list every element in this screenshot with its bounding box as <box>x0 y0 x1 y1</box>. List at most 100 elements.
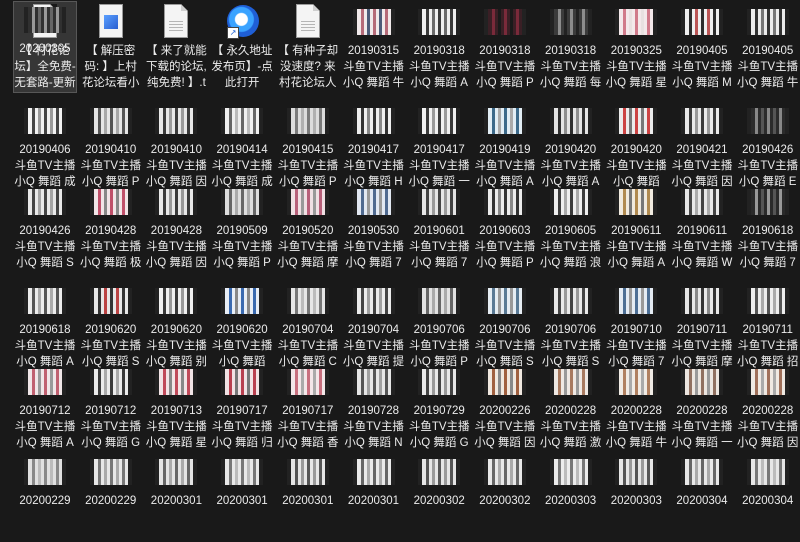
video-file-item[interactable]: 20190318 斗鱼TV主播 小Q 舞蹈 每夜... <box>540 2 602 92</box>
video-file-item[interactable]: 20190706 斗鱼TV主播 小Q 舞蹈 Party ... <box>408 281 470 371</box>
video-figure <box>163 369 167 395</box>
video-file-item[interactable]: 20190618 斗鱼TV主播 小Q 舞蹈 A Bad ... <box>14 281 76 371</box>
video-file-item[interactable]: 20200229 <box>14 452 76 542</box>
video-figure <box>497 108 501 134</box>
video-file-item[interactable]: 20190414 斗鱼TV主播 小Q 舞蹈 成人礼... <box>211 101 273 191</box>
video-thumbnail <box>14 101 76 141</box>
video-file-item[interactable]: 20200303 <box>540 452 602 542</box>
video-file-item[interactable]: 20190717 斗鱼TV主播 小Q 舞蹈 香水有... <box>277 362 339 452</box>
video-file-item[interactable]: 20190421 斗鱼TV主播 小Q 舞蹈 因为从... <box>671 101 733 191</box>
video-file-item[interactable]: 20190325 斗鱼TV主播 小Q 舞蹈 星光闪... <box>605 2 667 92</box>
video-file-item[interactable]: 20190704 斗鱼TV主播 小Q 舞蹈 提线木... <box>343 281 405 371</box>
video-figure <box>629 288 633 314</box>
video-file-item[interactable]: 20190318 斗鱼TV主播 小Q 舞蹈 Paradi... <box>474 2 536 92</box>
video-figure <box>509 288 513 314</box>
video-file-item[interactable]: 20190706 斗鱼TV主播 小Q 舞蹈 Some... <box>540 281 602 371</box>
video-file-item[interactable]: 20190706 斗鱼TV主播 小Q 舞蹈 S&M... <box>474 281 536 371</box>
video-figure <box>247 369 251 395</box>
video-file-item[interactable]: 20200228 斗鱼TV主播 小Q 舞蹈 激光雨... <box>540 362 602 452</box>
video-file-item[interactable]: 20190611 斗鱼TV主播 小Q 舞蹈 A Bad ... <box>605 182 667 272</box>
video-file-item[interactable]: 20200301 <box>343 452 405 542</box>
video-file-item[interactable]: 20200228 斗鱼TV主播 小Q 舞蹈 牛奶... <box>605 362 667 452</box>
video-file-item[interactable]: 20190417 斗鱼TV主播 小Q 舞蹈 一分一... <box>408 101 470 191</box>
video-file-item[interactable]: 20190713 斗鱼TV主播 小Q 舞蹈 星光闪... <box>145 362 207 452</box>
video-file-item[interactable]: 20190420 斗鱼TV主播 小Q 舞蹈 A Bad ... <box>540 101 602 191</box>
video-file-item[interactable]: 20200303 <box>605 452 667 542</box>
video-file-item[interactable]: 20190428 斗鱼TV主播 小Q 舞蹈 极乐净... <box>80 182 142 272</box>
video-file-item[interactable]: 20200301 <box>211 452 273 542</box>
video-file-item[interactable]: 20190318 斗鱼TV主播 小Q 舞蹈 A Bad ... <box>408 2 470 92</box>
video-figure <box>103 459 107 485</box>
video-file-item[interactable]: 20190611 斗鱼TV主播 小Q 舞蹈 Wiggl... <box>671 182 733 272</box>
text-file-item[interactable]: 【 来了就能下载的论坛, 纯免费! 】.txt <box>145 2 207 92</box>
file-name-label: 20200304 <box>742 495 794 507</box>
video-file-item[interactable]: 20190711 斗鱼TV主播 小Q 舞蹈 摩托摇... <box>671 281 733 371</box>
video-file-item[interactable]: 20200229 <box>80 452 142 542</box>
video-file-item[interactable]: 20190417 斗鱼TV主播 小Q 舞蹈 Hush ... <box>343 101 405 191</box>
video-file-item[interactable]: 20190712 斗鱼TV主播 小Q 舞蹈 Get L... <box>80 362 142 452</box>
video-file-item[interactable]: 20190711 斗鱼TV主播 小Q 舞蹈 招待... <box>737 281 799 371</box>
video-file-item[interactable]: 20190426 斗鱼TV主播 小Q 舞蹈 Event... <box>737 101 799 191</box>
video-file-item[interactable]: 20190420 斗鱼TV主播 小Q 舞蹈 火.mp4 <box>605 101 667 191</box>
video-file-item[interactable]: 20190520 斗鱼TV主播 小Q 舞蹈 摩托摇... <box>277 182 339 272</box>
video-thumbnail <box>671 281 733 321</box>
video-file-item[interactable]: 20190601 斗鱼TV主播 小Q 舞蹈 7 Ring... <box>408 182 470 272</box>
video-frame <box>483 369 526 395</box>
video-file-item[interactable]: 20200228 斗鱼TV主播 小Q 舞蹈 一分一... <box>671 362 733 452</box>
video-file-item[interactable]: 20190406 斗鱼TV主播 小Q 舞蹈 成人礼... <box>14 101 76 191</box>
video-file-item[interactable]: 20190712 斗鱼TV主播 小Q 舞蹈 A Bad ... <box>14 362 76 452</box>
video-file-item[interactable]: 20190509 斗鱼TV主播 小Q 舞蹈 Party ... <box>211 182 273 272</box>
video-file-item[interactable]: 20190419 斗鱼TV主播 小Q 舞蹈 A Bad ... <box>474 101 536 191</box>
file-name-label: 20190428 斗鱼TV主播 小Q 舞蹈 因为从... <box>145 225 208 269</box>
video-file-item[interactable]: 20200304 <box>737 452 799 542</box>
video-figure <box>635 459 639 485</box>
video-figure <box>426 9 430 35</box>
video-frame <box>615 9 658 35</box>
video-figure <box>426 108 430 134</box>
video-file-item[interactable]: 20200304 <box>671 452 733 542</box>
video-file-item[interactable]: 20200228 斗鱼TV主播 小Q 舞蹈 因为从... <box>737 362 799 452</box>
video-file-item[interactable]: 20190603 斗鱼TV主播 小Q 舞蹈 Paradi... <box>474 182 536 272</box>
video-file-item[interactable]: 20200305 <box>14 0 76 90</box>
video-frame <box>418 369 461 395</box>
video-file-item[interactable]: 20190717 斗鱼TV主播 小Q 舞蹈 归去来... <box>211 362 273 452</box>
video-file-item[interactable]: 20200301 <box>145 452 207 542</box>
video-figure <box>32 108 35 134</box>
video-file-item[interactable]: 20190410 斗鱼TV主播 小Q 舞蹈 Party ... <box>80 101 142 191</box>
file-name-label: 【 永久地址发布页】-点此打开 <box>211 45 273 89</box>
video-figure <box>689 369 692 395</box>
video-file-item[interactable]: 20190710 斗鱼TV主播 小Q 舞蹈 7 Ring... <box>605 281 667 371</box>
text-file-item[interactable]: 【 有种子却没速度? 来村花论坛人工加速... <box>277 2 339 92</box>
video-file-item[interactable]: 20190704 斗鱼TV主播 小Q 舞蹈 Choco... <box>277 281 339 371</box>
video-figure <box>229 189 233 215</box>
image-file-item[interactable]: 【 解压密码: 】上村花论坛看小姐姐.jpg <box>80 2 142 92</box>
video-file-item[interactable]: 20190410 斗鱼TV主播 小Q 舞蹈 因为从... <box>145 101 207 191</box>
video-figure <box>109 459 113 485</box>
video-figure <box>689 288 692 314</box>
file-name-label: 20190728 斗鱼TV主播 小Q 舞蹈 No O... <box>343 405 404 449</box>
video-figure <box>641 189 645 215</box>
video-file-item[interactable]: 20190728 斗鱼TV主播 小Q 舞蹈 No O... <box>343 362 405 452</box>
video-figure <box>50 459 53 485</box>
video-figure <box>491 108 495 134</box>
video-file-item[interactable]: 20190530 斗鱼TV主播 小Q 舞蹈 7 Ring... <box>343 182 405 272</box>
video-file-item[interactable]: 20190428 斗鱼TV主播 小Q 舞蹈 因为从... <box>145 182 207 272</box>
video-file-item[interactable]: 20190620 斗鱼TV主播 小Q 舞蹈 别找我... <box>145 281 207 371</box>
video-figure <box>754 189 758 215</box>
video-file-item[interactable]: 20200302 <box>408 452 470 542</box>
video-file-item[interactable]: 20190405 斗鱼TV主播 小Q 舞蹈 Mtbd... <box>671 2 733 92</box>
video-file-item[interactable]: 20190620 斗鱼TV主播 小Q 舞蹈 S&M... <box>80 281 142 371</box>
video-file-item[interactable]: 20190426 斗鱼TV主播 小Q 舞蹈 Suffer... <box>14 182 76 272</box>
video-file-item[interactable]: 20190620 斗鱼TV主播 小Q 舞蹈 火.mp4 <box>211 281 273 371</box>
video-file-item[interactable]: 20190415 斗鱼TV主播 小Q 舞蹈 Party ... <box>277 101 339 191</box>
shortcut-item[interactable]: ↗ 【 永久地址发布页】-点此打开 <box>211 2 273 92</box>
video-file-item[interactable]: 20190315 斗鱼TV主播 小Q 舞蹈 牛奶... <box>343 2 405 92</box>
video-file-item[interactable]: 20190618 斗鱼TV主播 小Q 舞蹈 7 Ring... <box>737 182 799 272</box>
video-figure <box>695 9 698 35</box>
video-file-item[interactable]: 20200301 <box>277 452 339 542</box>
video-file-item[interactable]: 20200302 <box>474 452 536 542</box>
video-file-item[interactable]: 20190605 斗鱼TV主播 小Q 舞蹈 浪人琵... <box>540 182 602 272</box>
video-file-item[interactable]: 20190729 斗鱼TV主播 小Q 舞蹈 Good ... <box>408 362 470 452</box>
video-file-item[interactable]: 20190405 斗鱼TV主播 小Q 舞蹈 牛奶... <box>737 2 799 92</box>
video-file-item[interactable]: 20200226 斗鱼TV主播 小Q 舞蹈 因为从... <box>474 362 536 452</box>
